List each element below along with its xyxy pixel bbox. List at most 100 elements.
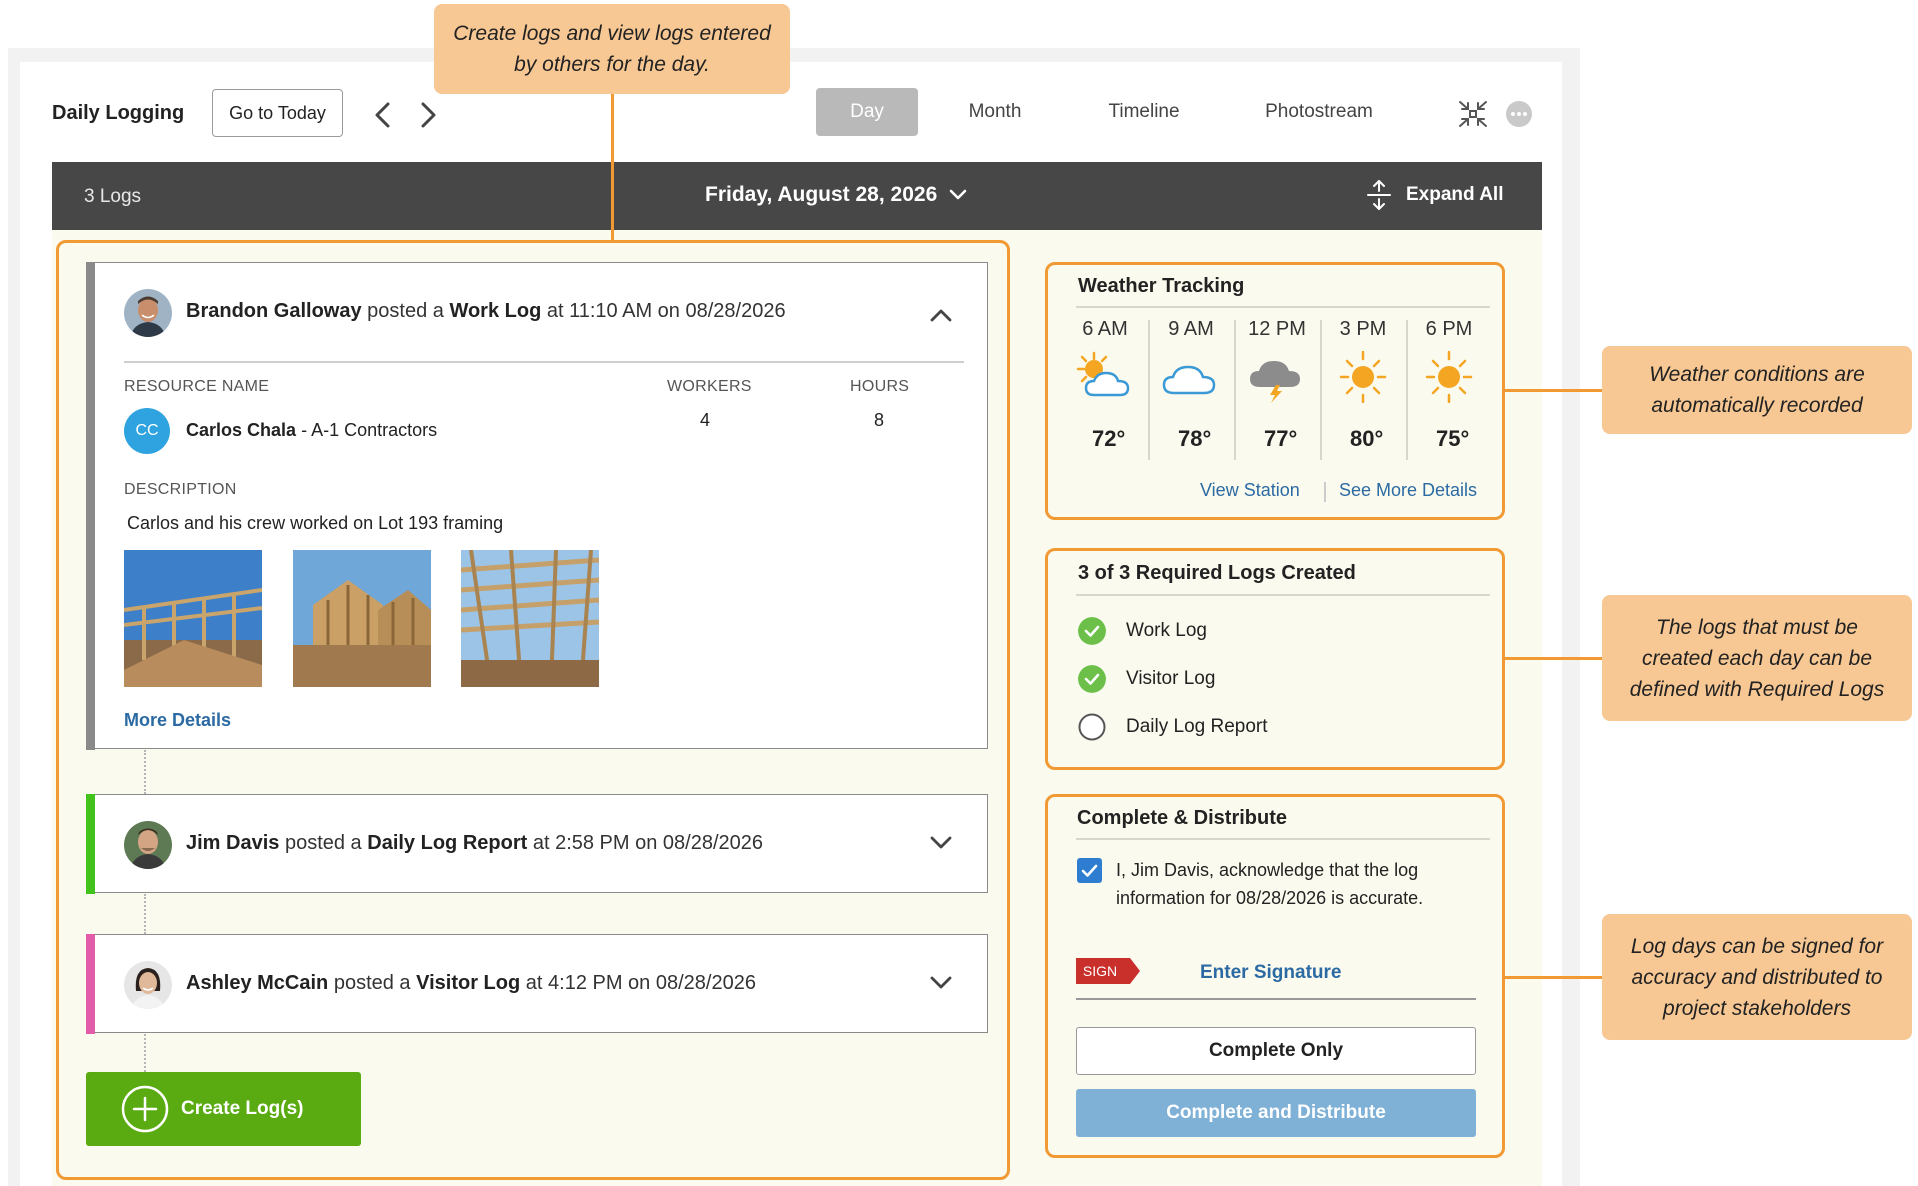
log-author: Ashley McCain: [186, 972, 329, 994]
col-resource-name: RESOURCE NAME: [124, 378, 270, 395]
date-selector[interactable]: Friday, August 28, 2026: [705, 183, 967, 207]
weather-hour: 12 PM: [1234, 318, 1320, 408]
link-separator: [1324, 482, 1326, 502]
weather-time: 12 PM: [1248, 318, 1306, 340]
panel-divider: [1076, 306, 1490, 308]
log-type: Work Log: [449, 300, 542, 322]
collapse-view-icon[interactable]: [1458, 100, 1488, 128]
weather-hour: 6 PM: [1406, 318, 1492, 408]
required-log-label: Visitor Log: [1126, 668, 1216, 689]
sign-badge: SIGN: [1076, 958, 1140, 984]
weather-temp: 72°: [1092, 426, 1126, 451]
date-bar: 3 Logs Friday, August 28, 2026 Expand Al…: [52, 162, 1542, 230]
complete-and-distribute-button[interactable]: Complete and Distribute: [1076, 1089, 1476, 1137]
weather-hour: 9 AM: [1148, 318, 1234, 408]
log-type: Visitor Log: [416, 972, 521, 994]
log-author: Jim Davis: [186, 832, 280, 854]
log-header[interactable]: Ashley McCain posted a Visitor Log at 4:…: [186, 972, 756, 995]
plus-circle-icon: [121, 1085, 169, 1133]
callout-create-logs: Create logs and view logs entered by oth…: [434, 4, 790, 94]
tab-photostream[interactable]: Photostream: [1252, 88, 1386, 136]
checkmark-icon: [1081, 864, 1098, 877]
avatar: [124, 961, 172, 1009]
tab-month[interactable]: Month: [950, 88, 1040, 136]
workers-value: 4: [700, 410, 711, 430]
complete-title: Complete & Distribute: [1077, 807, 1288, 829]
chevron-left-icon[interactable]: [371, 100, 395, 130]
expand-all-label: Expand All: [1406, 184, 1504, 205]
callout-weather: Weather conditions are automatically rec…: [1602, 346, 1912, 434]
weather-title: Weather Tracking: [1078, 275, 1245, 297]
weather-temp: 77°: [1264, 426, 1298, 451]
complete-only-button[interactable]: Complete Only: [1076, 1027, 1476, 1075]
panel-divider: [1076, 838, 1490, 840]
required-log-item: Work Log: [1078, 617, 1207, 645]
posted-a-text: posted a: [284, 832, 362, 854]
callout-sign-distribute: Log days can be signed for accuracy and …: [1602, 914, 1912, 1040]
log-type: Daily Log Report: [367, 832, 528, 854]
callout-connector: [611, 94, 614, 240]
log-stripe: [85, 933, 95, 1034]
expand-all-button[interactable]: Expand All: [1366, 179, 1503, 211]
photo-thumbnail[interactable]: [124, 550, 262, 687]
acknowledge-checkbox-row[interactable]: I, Jim Davis, acknowledge that the log i…: [1077, 856, 1486, 912]
col-hours: HOURS: [850, 378, 910, 395]
required-log-label: Work Log: [1126, 620, 1207, 641]
chevron-up-icon[interactable]: [929, 307, 953, 323]
resource-avatar: CC: [124, 408, 170, 454]
weather-time: 9 AM: [1168, 318, 1214, 340]
more-options-icon[interactable]: [1505, 100, 1533, 128]
sign-badge-text: SIGN: [1083, 963, 1117, 979]
weather-time: 6 PM: [1425, 318, 1473, 340]
date-label: Friday, August 28, 2026: [705, 183, 938, 206]
more-details-link[interactable]: More Details: [124, 710, 231, 731]
acknowledge-checkbox[interactable]: [1077, 858, 1102, 883]
weather-temp: 78°: [1178, 426, 1212, 451]
signature-line: [1076, 998, 1476, 1000]
log-card-daily-log-report[interactable]: Jim Davis posted a Daily Log Report at 2…: [85, 793, 988, 894]
log-header[interactable]: Jim Davis posted a Daily Log Report at 2…: [186, 832, 763, 855]
view-station-link[interactable]: View Station: [1200, 480, 1300, 501]
chevron-down-icon[interactable]: [929, 975, 953, 991]
tab-day[interactable]: Day: [816, 88, 918, 136]
weather-hour: 3 PM: [1320, 318, 1406, 408]
log-time: at 4:12 PM on 08/28/2026: [525, 972, 756, 994]
cloud-icon: [1162, 365, 1216, 395]
tab-timeline[interactable]: Timeline: [1094, 88, 1194, 136]
log-count: 3 Logs: [84, 186, 142, 207]
log-header[interactable]: Brandon Galloway posted a Work Log at 11…: [186, 300, 786, 323]
required-log-item: Daily Log Report: [1078, 713, 1268, 741]
required-log-item: Visitor Log: [1078, 665, 1215, 693]
acknowledge-text: I, Jim Davis, acknowledge that the log i…: [1116, 860, 1424, 908]
panel-divider: [1076, 594, 1490, 596]
thunderstorm-icon: [1250, 361, 1300, 403]
chevron-down-icon[interactable]: [929, 835, 953, 851]
photo-thumbnail[interactable]: [293, 550, 431, 687]
see-more-details-link[interactable]: See More Details: [1339, 480, 1477, 501]
chevron-right-icon[interactable]: [416, 100, 440, 130]
description-label: DESCRIPTION: [124, 481, 237, 498]
log-time: at 11:10 AM on 08/28/2026: [546, 300, 786, 322]
enter-signature-field[interactable]: Enter Signature: [1200, 962, 1341, 984]
log-stripe: [85, 793, 95, 894]
go-to-today-button[interactable]: Go to Today: [212, 89, 343, 137]
page-title: Daily Logging: [52, 102, 185, 124]
log-card-visitor-log[interactable]: Ashley McCain posted a Visitor Log at 4:…: [85, 933, 988, 1034]
check-circle-icon: [1078, 665, 1106, 693]
required-logs-title: 3 of 3 Required Logs Created: [1078, 562, 1356, 584]
description-text: Carlos and his crew worked on Lot 193 fr…: [127, 513, 504, 533]
weather-hour: 6 AM: [1062, 318, 1148, 408]
create-logs-button[interactable]: Create Log(s): [86, 1072, 361, 1146]
log-author: Brandon Galloway: [186, 300, 362, 322]
weather-time: 3 PM: [1339, 318, 1387, 340]
hours-value: 8: [874, 410, 885, 430]
posted-a-text: posted a: [367, 300, 444, 322]
photo-thumbnail[interactable]: [461, 550, 599, 687]
empty-circle-icon: [1078, 713, 1106, 741]
create-logs-label: Create Log(s): [181, 1098, 304, 1119]
avatar: [124, 821, 172, 869]
callout-required-logs: The logs that must be created each day c…: [1602, 595, 1912, 721]
resource-name: Carlos Chala - A-1 Contractors: [186, 420, 437, 441]
posted-a-text: posted a: [333, 972, 411, 994]
timeline-connector: [144, 894, 146, 934]
